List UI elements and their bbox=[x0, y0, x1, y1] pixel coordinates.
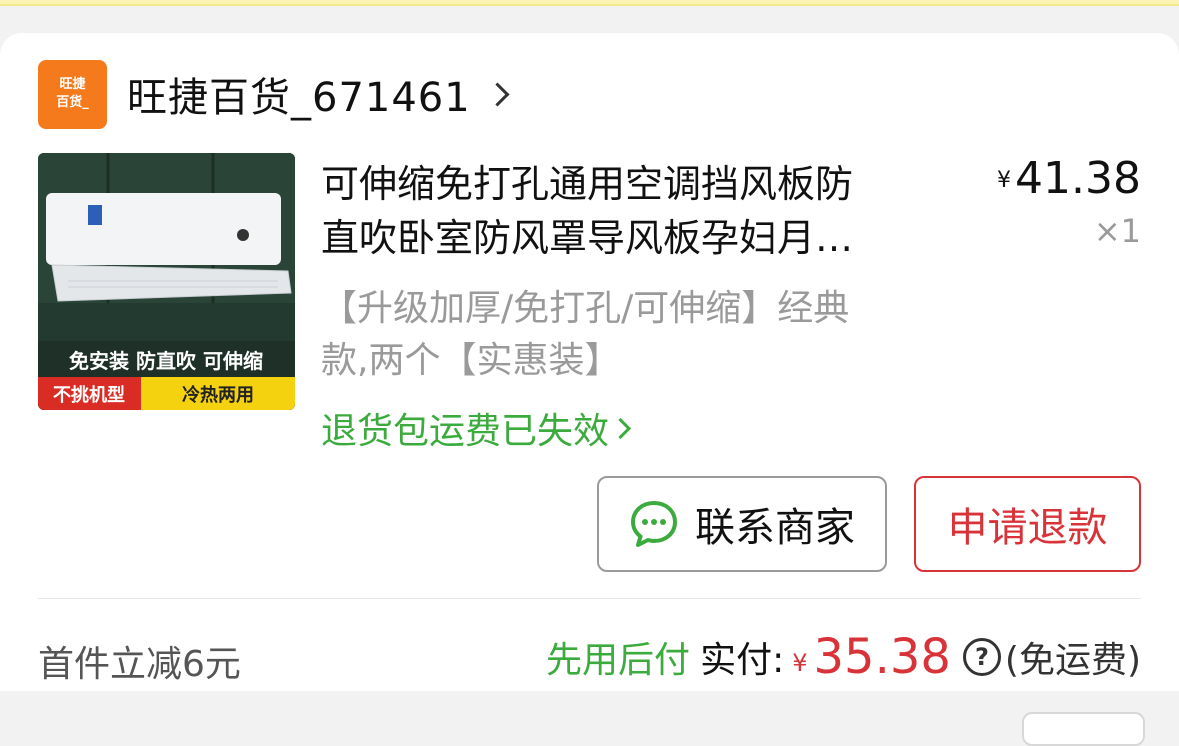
request-refund-button[interactable]: 申请退款 bbox=[914, 476, 1141, 572]
return-shipping-link[interactable]: 退货包运费已失效 bbox=[321, 402, 632, 454]
help-icon[interactable]: ? bbox=[962, 638, 1001, 676]
contact-seller-label: 联系商家 bbox=[695, 505, 855, 551]
discount-text: 首件立减6元 bbox=[38, 644, 241, 685]
store-logo-line1: 旺捷 bbox=[59, 77, 86, 92]
price-currency: ¥ bbox=[997, 168, 1012, 193]
chevron-right-icon bbox=[609, 417, 632, 439]
paid-currency: ¥ bbox=[792, 649, 808, 677]
product-spec-line1: 【升级加厚/免打孔/可伸缩】经典 bbox=[321, 288, 850, 329]
image-tag-right: 冷热两用 bbox=[182, 384, 254, 406]
contact-seller-button[interactable]: 联系商家 bbox=[597, 476, 887, 572]
store-name[interactable]: 旺捷百货_671461 bbox=[127, 65, 471, 123]
divider bbox=[38, 598, 1141, 599]
pay-later-label: 先用后付 bbox=[546, 640, 691, 681]
image-slogan: 免安装 防直吹 可伸缩 bbox=[69, 349, 263, 373]
store-logo-line2: 百货_ bbox=[56, 95, 89, 110]
paid-amount: 35.38 bbox=[813, 629, 951, 685]
price-value: 41.38 bbox=[1015, 153, 1141, 204]
store-logo: 旺捷 百货_ bbox=[38, 59, 107, 129]
paid-label: 实付: bbox=[700, 640, 785, 681]
product-spec-line2: 款,两个【实惠装】 bbox=[321, 340, 621, 381]
store-header[interactable]: 旺捷 百货_ 旺捷百货_671461 bbox=[38, 59, 510, 129]
next-card-button-peek[interactable] bbox=[1022, 712, 1145, 746]
product-image[interactable]: 免安装 防直吹 可伸缩 不挑机型 冷热两用 bbox=[38, 153, 295, 410]
product-title-line2: 直吹卧室防风罩导风板孕妇月… bbox=[321, 216, 854, 260]
product-quantity: ×1 bbox=[1093, 212, 1141, 250]
product-image-art: 免安装 防直吹 可伸缩 不挑机型 冷热两用 bbox=[38, 153, 295, 410]
top-notice-border bbox=[0, 4, 1179, 6]
image-tag-left: 不挑机型 bbox=[53, 384, 125, 406]
product-title[interactable]: 可伸缩免打孔通用空调挡风板防 直吹卧室防风罩导风板孕妇月… bbox=[321, 157, 941, 265]
product-spec: 【升级加厚/免打孔/可伸缩】经典 款,两个【实惠装】 bbox=[321, 283, 941, 387]
product-title-line1: 可伸缩免打孔通用空调挡风板防 bbox=[321, 162, 854, 206]
request-refund-label: 申请退款 bbox=[947, 505, 1108, 551]
product-price: ¥41.38 bbox=[997, 153, 1141, 204]
chevron-right-icon bbox=[485, 81, 510, 107]
payment-summary: 先用后付 实付: ¥ 35.38 ? (免运费) bbox=[546, 622, 1141, 692]
return-shipping-label: 退货包运费已失效 bbox=[321, 411, 610, 452]
chat-bubble-icon bbox=[631, 501, 677, 547]
shipping-note: (免运费) bbox=[1004, 640, 1141, 681]
